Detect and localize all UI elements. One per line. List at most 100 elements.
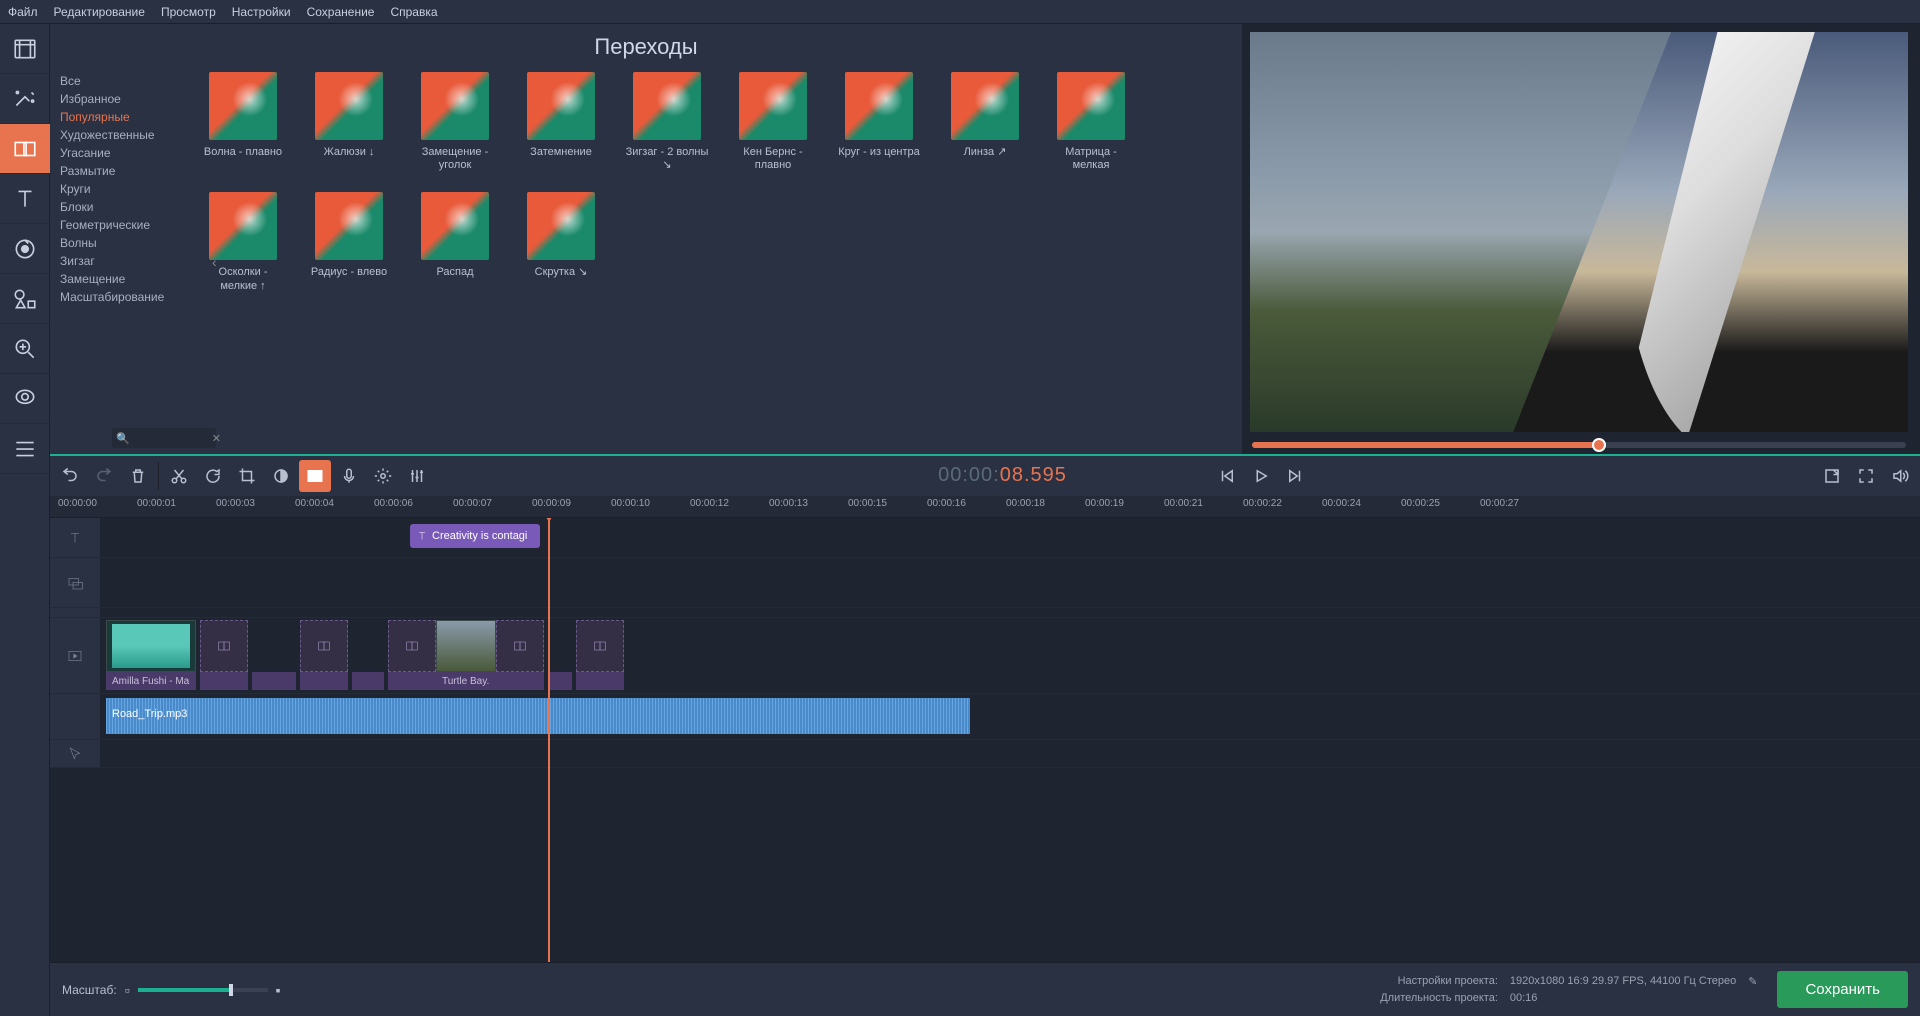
- audio-track-head[interactable]: [50, 694, 100, 739]
- transition-wizard-button[interactable]: [299, 460, 331, 492]
- color-button[interactable]: [265, 460, 297, 492]
- project-settings-value: 1920x1080 16:9 29.97 FPS, 44100 Гц Стере…: [1510, 975, 1736, 988]
- category-item[interactable]: Избранное: [50, 90, 190, 108]
- title-track-head[interactable]: [50, 518, 100, 557]
- ruler-mark: 00:00:03: [216, 498, 255, 509]
- list-tool[interactable]: [0, 424, 50, 474]
- transition-thumbnail[interactable]: Линза ↗: [942, 72, 1028, 172]
- menu-view[interactable]: Просмотр: [161, 5, 216, 19]
- transition-thumbnail[interactable]: Матрица - мелкая: [1048, 72, 1134, 172]
- transition-thumbnail[interactable]: Волна - плавно: [200, 72, 286, 172]
- category-item[interactable]: Популярные: [50, 108, 190, 126]
- zoom-out-icon[interactable]: ▫: [125, 982, 130, 998]
- cut-button[interactable]: [163, 460, 195, 492]
- menubar: Файл Редактирование Просмотр Настройки С…: [0, 0, 1920, 24]
- transitions-tool[interactable]: [0, 124, 50, 174]
- equalizer-button[interactable]: [401, 460, 433, 492]
- transition-thumbnail[interactable]: Жалюзи ↓: [306, 72, 392, 172]
- zoom-in-icon[interactable]: ▪: [276, 982, 281, 998]
- preview-scrubber[interactable]: [1252, 442, 1906, 448]
- title-clip[interactable]: Creativity is contagi: [410, 524, 540, 548]
- menu-settings[interactable]: Настройки: [232, 5, 291, 19]
- video-clip-2[interactable]: [436, 620, 496, 672]
- next-frame-button[interactable]: [1279, 460, 1311, 492]
- category-item[interactable]: Размытие: [50, 162, 190, 180]
- category-item[interactable]: Геометрические: [50, 216, 190, 234]
- rotate-button[interactable]: [197, 460, 229, 492]
- prev-frame-button[interactable]: [1211, 460, 1243, 492]
- menu-help[interactable]: Справка: [390, 5, 437, 19]
- category-item[interactable]: Угасание: [50, 144, 190, 162]
- transition-thumbnail[interactable]: Распад: [412, 192, 498, 292]
- crop-button[interactable]: [231, 460, 263, 492]
- voiceover-button[interactable]: [333, 460, 365, 492]
- audio-clip[interactable]: Road_Trip.mp3: [106, 698, 970, 734]
- filters-tool[interactable]: [0, 74, 50, 124]
- category-item[interactable]: Масштабирование: [50, 288, 190, 306]
- preview-video[interactable]: [1250, 32, 1908, 432]
- fullscreen-button[interactable]: [1850, 460, 1882, 492]
- transition-clip-5[interactable]: [576, 620, 624, 672]
- transition-thumbnail[interactable]: Осколки - мелкие ↑: [200, 192, 286, 292]
- clip-settings-button[interactable]: [367, 460, 399, 492]
- menu-save[interactable]: Сохранение: [307, 5, 375, 19]
- transition-label: Волна - плавно: [204, 146, 282, 159]
- clear-search-icon[interactable]: ✕: [212, 432, 221, 445]
- record-tool[interactable]: [0, 374, 50, 424]
- redo-button[interactable]: [88, 460, 120, 492]
- titles-tool[interactable]: [0, 174, 50, 224]
- search-box[interactable]: 🔍 ✕: [112, 428, 216, 448]
- delete-button[interactable]: [122, 460, 154, 492]
- category-item[interactable]: Художественные: [50, 126, 190, 144]
- video-track-head[interactable]: [50, 618, 100, 693]
- volume-button[interactable]: [1884, 460, 1916, 492]
- play-button[interactable]: [1245, 460, 1277, 492]
- transition-thumbnail[interactable]: Круг - из центра: [836, 72, 922, 172]
- category-item[interactable]: Замещение: [50, 270, 190, 288]
- shapes-tool[interactable]: [0, 274, 50, 324]
- category-list: ВсеИзбранноеПопулярныеХудожественныеУгас…: [50, 68, 190, 454]
- undo-button[interactable]: [54, 460, 86, 492]
- category-item[interactable]: Зигзаг: [50, 252, 190, 270]
- transition-clip-3[interactable]: [388, 620, 436, 672]
- overlay-track-head[interactable]: [50, 558, 100, 607]
- zoom-tool[interactable]: [0, 324, 50, 374]
- save-button[interactable]: Сохранить: [1777, 971, 1908, 1008]
- pointer-track-head[interactable]: [50, 740, 100, 767]
- scrubber-handle[interactable]: [1592, 438, 1606, 452]
- transition-label: Замещение - уголок: [412, 146, 498, 172]
- statusbar: Масштаб: ▫ ▪ Настройки проекта: 1920x108…: [50, 962, 1920, 1016]
- search-input[interactable]: [134, 432, 212, 444]
- category-item[interactable]: Волны: [50, 234, 190, 252]
- transition-thumbnail[interactable]: Радиус - влево: [306, 192, 392, 292]
- category-item[interactable]: Круги: [50, 180, 190, 198]
- video-clip-1[interactable]: [106, 620, 196, 672]
- transition-clip-1[interactable]: [200, 620, 248, 672]
- category-item[interactable]: Блоки: [50, 198, 190, 216]
- ruler-mark: 00:00:09: [532, 498, 571, 509]
- transition-thumbnail[interactable]: Затемнение: [518, 72, 604, 172]
- media-tool[interactable]: [0, 24, 50, 74]
- project-duration-label: Длительность проекта:: [1348, 992, 1498, 1004]
- edit-settings-icon[interactable]: ✎: [1748, 975, 1757, 988]
- menu-file[interactable]: Файл: [8, 5, 38, 19]
- transition-thumbnail[interactable]: Кен Бернс - плавно: [730, 72, 816, 172]
- ruler-mark: 00:00:07: [453, 498, 492, 509]
- export-frame-button[interactable]: [1816, 460, 1848, 492]
- ruler-mark: 00:00:27: [1480, 498, 1519, 509]
- menu-edit[interactable]: Редактирование: [54, 5, 145, 19]
- ruler-mark: 00:00:04: [295, 498, 334, 509]
- video-clip-2-label: Turtle Bay.: [436, 672, 496, 690]
- transition-label: Скрутка ↘: [535, 266, 588, 279]
- timeline-toolbar: 00:00:08.595: [50, 454, 1920, 496]
- zoom-slider[interactable]: [138, 988, 268, 992]
- thumbnail-grid: Волна - плавно Жалюзи ↓ Замещение - уголок…: [190, 68, 1242, 454]
- transition-thumbnail[interactable]: Скрутка ↘: [518, 192, 604, 292]
- transition-clip-2[interactable]: [300, 620, 348, 672]
- transition-clip-4[interactable]: [496, 620, 544, 672]
- category-item[interactable]: Все: [50, 72, 190, 90]
- transition-thumbnail[interactable]: Зигзаг - 2 волны ↘: [624, 72, 710, 172]
- stickers-tool[interactable]: [0, 224, 50, 274]
- transition-thumbnail[interactable]: Замещение - уголок: [412, 72, 498, 172]
- time-ruler[interactable]: 00:00:0000:00:0100:00:0300:00:0400:00:06…: [50, 496, 1920, 518]
